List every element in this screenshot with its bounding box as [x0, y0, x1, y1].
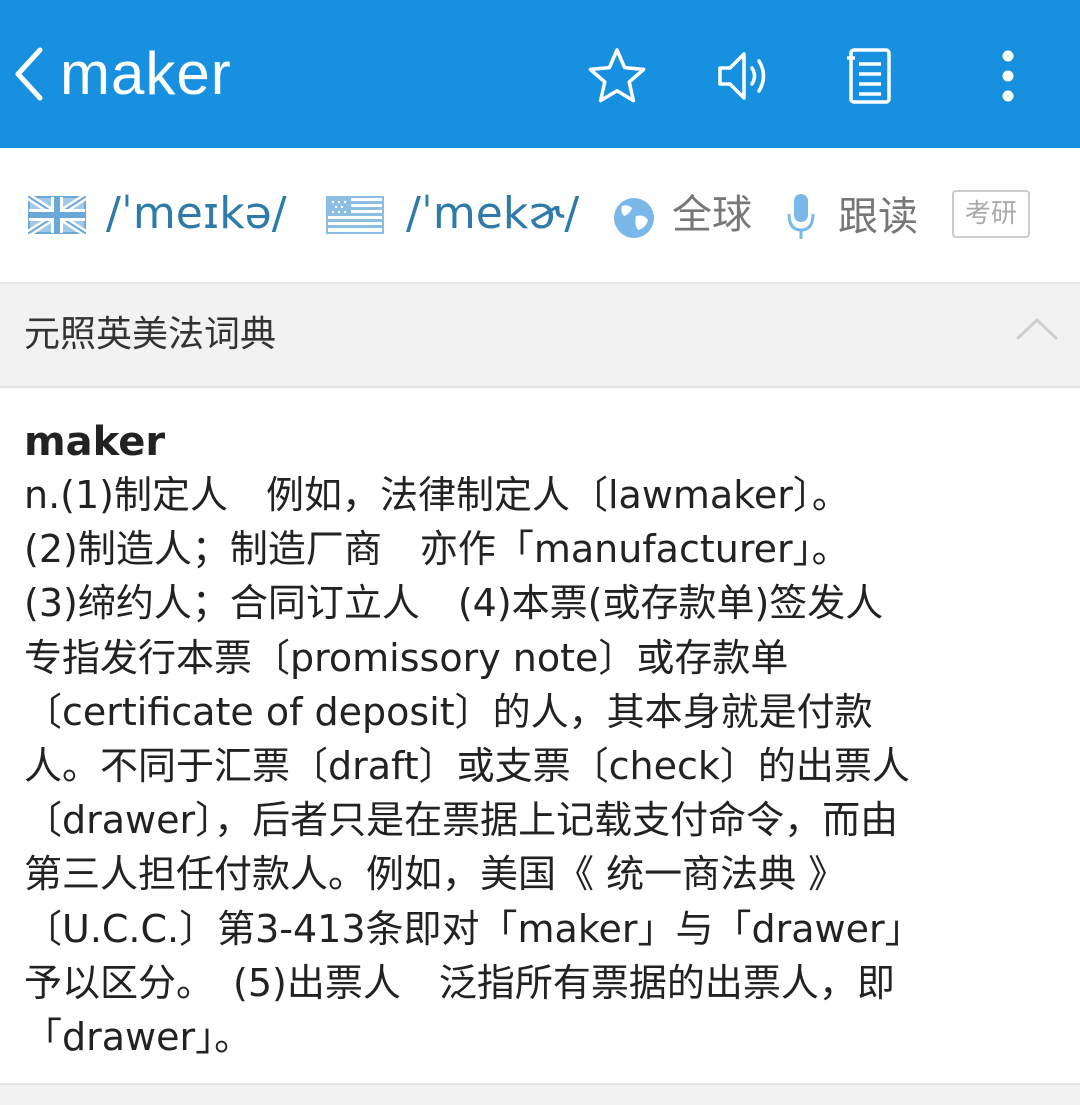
definition-line: (2)制造人；制造厂商 亦作「manufacturer」。 — [24, 527, 850, 572]
us-flag-icon[interactable] — [326, 196, 384, 234]
microphone-icon[interactable] — [786, 192, 816, 242]
page-title: maker — [60, 40, 232, 107]
definition-line: 专指发行本票〔promissory note〕或存款单 — [24, 635, 789, 680]
exam-tag-badge: 考研 — [952, 190, 1030, 238]
definition-line: (3)缔约人；合同订立人 (4)本票(或存款单)签发人 — [24, 581, 884, 626]
globe-icon[interactable] — [612, 196, 656, 240]
notebook-icon[interactable] — [838, 44, 902, 108]
definition-line: 人。不同于汇票〔draft〕或支票〔check〕的出票人 — [24, 743, 910, 788]
more-vertical-icon[interactable] — [976, 44, 1040, 108]
follow-read-label[interactable]: 跟读 — [838, 190, 918, 244]
top-app-bar: maker — [0, 0, 1080, 148]
dictionary-section-header[interactable]: 元照英美法词典 — [0, 284, 1080, 388]
definition-line: 〔certificate of deposit〕的人，其本身就是付款 — [24, 689, 873, 734]
definition-line: 第三人担任付款人。例如，美国《 统一商法典 》 — [24, 852, 847, 897]
definition-text: n.(1)制定人 例如，法律制定人〔lawmaker〕。 (2)制造人；制造厂商… — [24, 468, 1064, 1064]
definition-line: 予以区分。 (5)出票人 泛指所有票据的出票人，即 — [24, 960, 895, 1005]
star-icon[interactable] — [585, 44, 649, 108]
chevron-up-icon[interactable] — [1014, 312, 1060, 346]
definition-line: 〔U.C.C.〕第3-413条即对「maker」与「drawer」 — [24, 906, 923, 951]
uk-flag-icon[interactable] — [28, 196, 86, 234]
definition-line: n.(1)制定人 例如，法律制定人〔lawmaker〕。 — [24, 473, 850, 517]
dictionary-entry: maker n.(1)制定人 例如，法律制定人〔lawmaker〕。 (2)制造… — [0, 388, 1080, 1083]
bottom-divider — [0, 1083, 1080, 1105]
definition-line: 〔drawer〕，后者只是在票据上记载支付命令，而由 — [24, 798, 899, 843]
headword: maker — [24, 419, 166, 465]
dictionary-name: 元照英美法词典 — [24, 314, 277, 355]
us-phonetic[interactable]: /ˈmekɚ/ — [406, 184, 579, 244]
chevron-left-icon[interactable] — [8, 44, 52, 104]
pronunciation-bar: /ˈmeɪkə/ /ˈmekɚ/ 全球 跟读 考研 — [0, 148, 1080, 284]
speaker-icon[interactable] — [712, 44, 776, 108]
uk-phonetic[interactable]: /ˈmeɪkə/ — [106, 184, 287, 244]
global-pronunciation-label[interactable]: 全球 — [672, 188, 752, 242]
definition-line: 「drawer」。 — [24, 1014, 253, 1059]
